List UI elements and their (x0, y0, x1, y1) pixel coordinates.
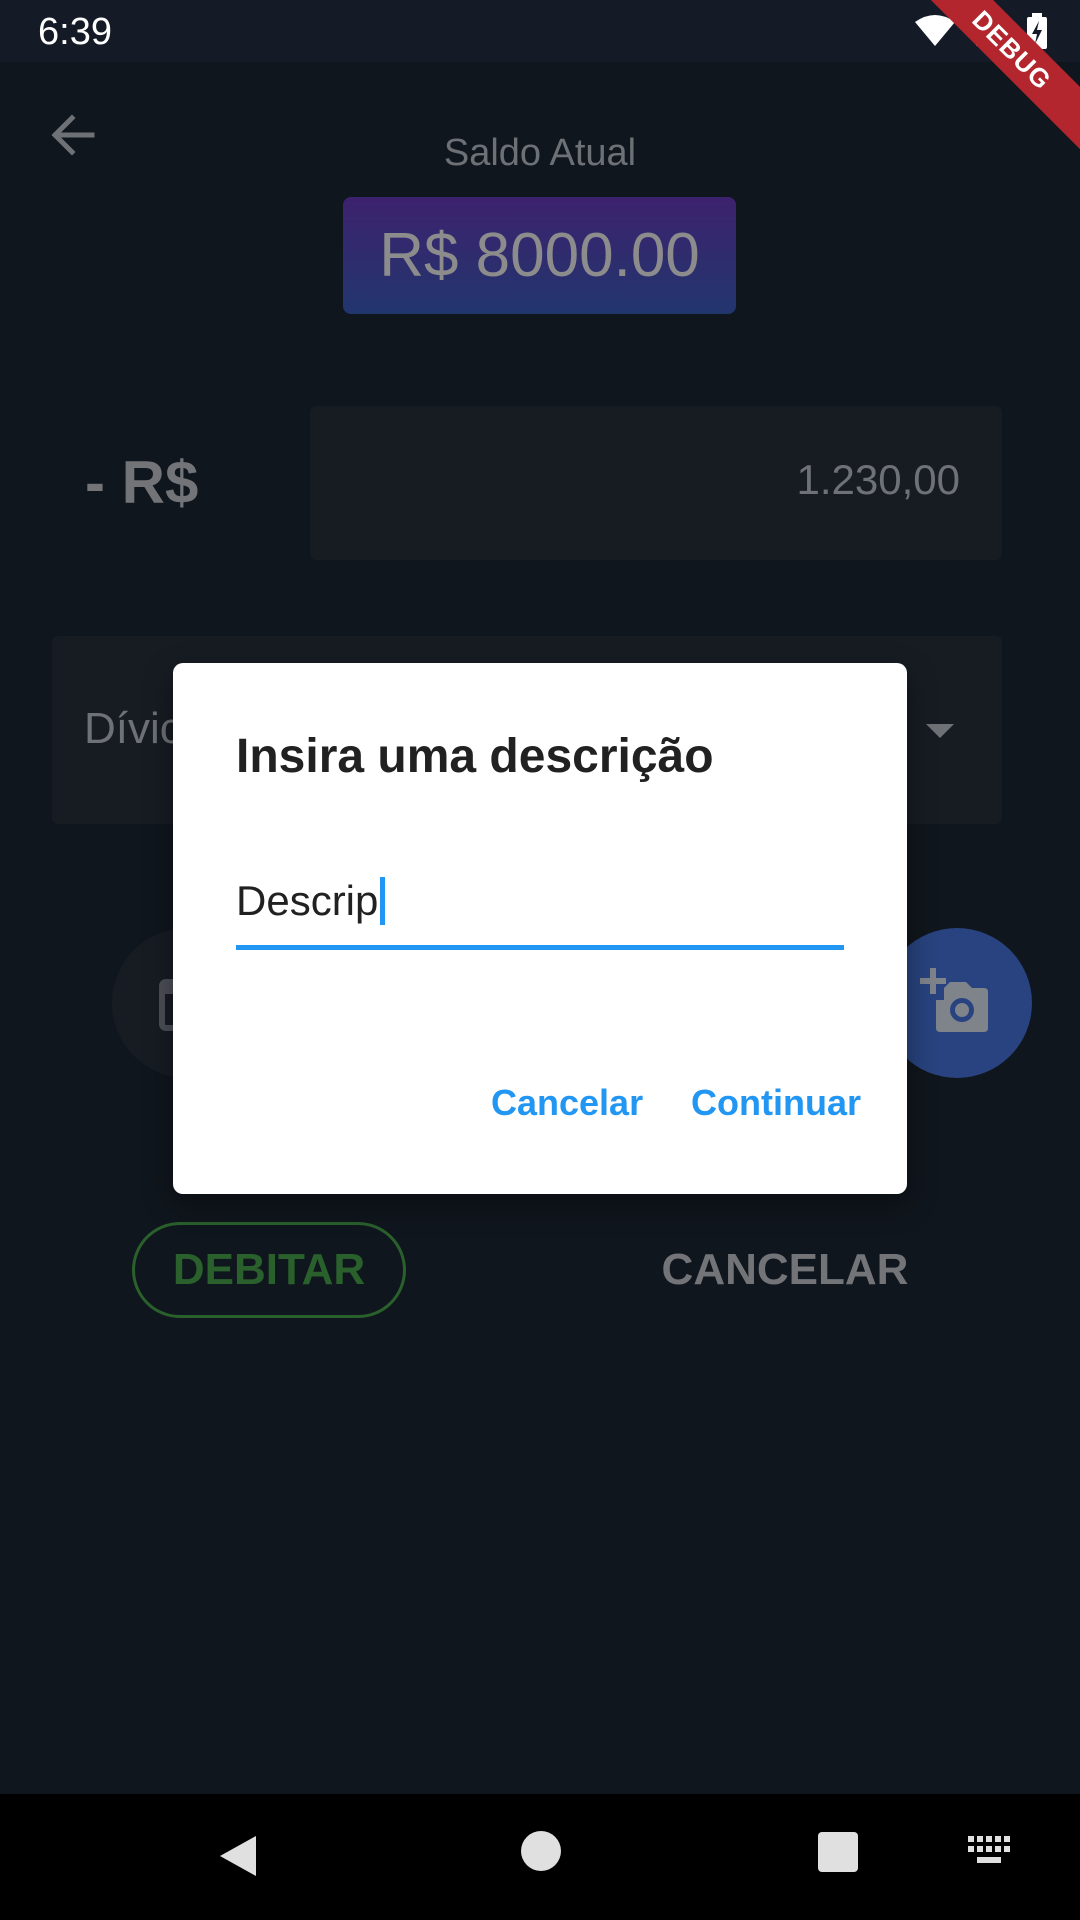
status-bar: 6:39 (0, 0, 1080, 62)
dialog-title: Insira uma descrição (236, 730, 714, 783)
dialog-continue-button[interactable]: Continuar (691, 1073, 861, 1133)
text-caret (380, 877, 386, 925)
nav-back-icon[interactable] (216, 1832, 260, 1880)
keyboard-icon[interactable] (968, 1836, 1010, 1866)
nav-home-icon[interactable] (521, 1831, 561, 1871)
description-dialog: Insira uma descrição Descrip Cancelar Co… (173, 663, 907, 1194)
nav-recents-icon[interactable] (818, 1832, 858, 1872)
description-input[interactable]: Descrip (236, 863, 844, 950)
status-time: 6:39 (38, 11, 112, 53)
screen: 6:39 DEBUG Saldo Atual R$ 8000.00 - R$ 1… (0, 0, 1080, 1920)
description-input-value: Descrip (236, 877, 386, 925)
dialog-cancel-button[interactable]: Cancelar (491, 1073, 643, 1133)
navigation-bar (0, 1794, 1080, 1920)
